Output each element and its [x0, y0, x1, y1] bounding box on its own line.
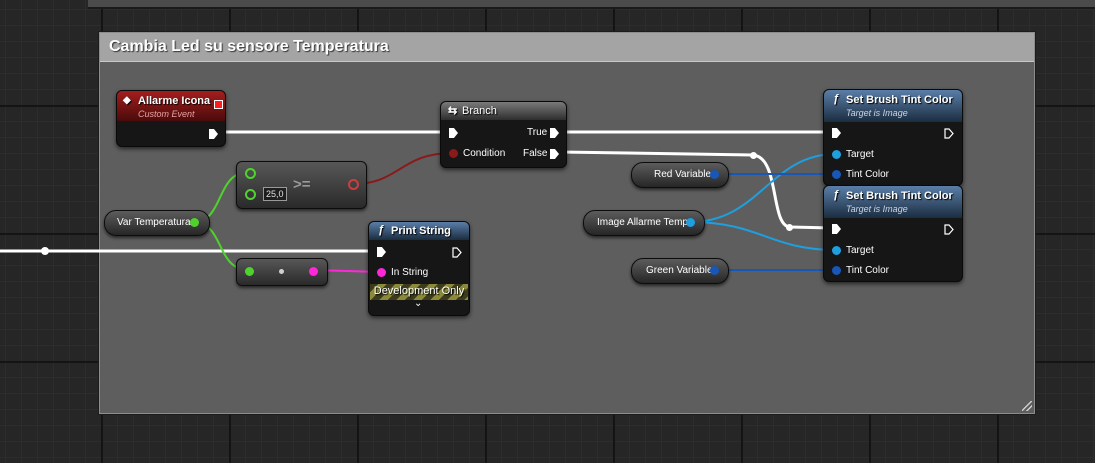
print-in-string-pin[interactable]	[377, 268, 386, 277]
set-tint-2-subtitle: Target is Image	[846, 204, 908, 214]
exec-reroute-dot-2[interactable]	[786, 224, 793, 231]
exec-reroute-dot-1[interactable]	[750, 152, 757, 159]
branch-title: Branch	[462, 105, 497, 117]
branch-true-label: True	[527, 127, 548, 138]
to-string-node[interactable]	[236, 258, 328, 286]
to-string-input-pin[interactable]	[245, 267, 254, 276]
function-icon: ƒ	[833, 189, 840, 201]
compare-operator: >=	[293, 176, 311, 193]
bool-wire-compare-to-condition	[352, 152, 454, 185]
event-title: Allarme Icona	[138, 95, 211, 107]
green-variable-label: Green Variable	[646, 265, 713, 276]
compare-input-a-pin[interactable]	[245, 168, 256, 179]
set-tint-1-exec-out-pin[interactable]	[944, 128, 954, 139]
red-variable-node[interactable]: Red Variable	[631, 162, 729, 188]
set-brush-tint-color-node-1[interactable]: ƒ Set Brush Tint Color Target is Image T…	[823, 89, 963, 186]
set-tint-2-tint-pin[interactable]	[832, 266, 841, 275]
branch-node[interactable]: ⇆ Branch True Condition False	[440, 101, 567, 168]
red-variable-label: Red Variable	[654, 169, 712, 180]
compare-input-b-pin[interactable]	[245, 189, 256, 200]
image-allarme-temp-label: Image Allarme Temp	[597, 217, 688, 228]
compare-output-pin[interactable]	[348, 179, 359, 190]
compare-node[interactable]: 25,0 >=	[236, 161, 367, 209]
print-title: Print String	[391, 225, 451, 237]
branch-true-pin[interactable]	[550, 128, 559, 138]
exec-reroute-node[interactable]	[41, 247, 49, 255]
branch-condition-pin[interactable]	[449, 149, 458, 158]
set-tint-2-tint-label: Tint Color	[846, 265, 889, 276]
image-allarme-temp-pin[interactable]	[686, 218, 695, 227]
to-string-output-pin[interactable]	[309, 267, 318, 276]
set-tint-1-tint-label: Tint Color	[846, 169, 889, 180]
function-icon: ƒ	[378, 224, 385, 236]
print-exec-in-pin[interactable]	[377, 247, 386, 257]
to-string-separator-dot	[279, 269, 284, 274]
function-icon: ƒ	[833, 93, 840, 105]
set-tint-2-target-pin[interactable]	[832, 246, 841, 255]
var-temperatura-node[interactable]: Var Temperatura	[104, 210, 210, 236]
set-tint-1-title: Set Brush Tint Color	[846, 94, 953, 106]
event-exec-out-pin[interactable]	[209, 129, 218, 139]
green-variable-pin[interactable]	[710, 266, 719, 275]
set-tint-1-target-label: Target	[846, 149, 874, 160]
branch-icon: ⇆	[448, 105, 458, 117]
chevron-down-icon[interactable]: ⌄	[414, 298, 422, 309]
custom-event-node[interactable]: ◆ Allarme Icona Custom Event	[116, 90, 226, 147]
set-tint-2-target-label: Target	[846, 245, 874, 256]
branch-false-pin[interactable]	[550, 149, 559, 159]
set-tint-2-exec-out-pin[interactable]	[944, 224, 954, 235]
compare-value-input[interactable]: 25,0	[263, 187, 287, 201]
red-variable-pin[interactable]	[710, 170, 719, 179]
event-delegate-pin[interactable]	[214, 100, 223, 109]
print-exec-out-pin[interactable]	[452, 247, 462, 258]
branch-false-label: False	[523, 148, 548, 159]
image-allarme-temp-node[interactable]: Image Allarme Temp	[583, 210, 705, 236]
green-variable-node[interactable]: Green Variable	[631, 258, 729, 284]
development-only-label: Development Only	[373, 285, 465, 297]
set-brush-tint-color-node-2[interactable]: ƒ Set Brush Tint Color Target is Image T…	[823, 185, 963, 282]
set-tint-2-exec-in-pin[interactable]	[832, 224, 841, 234]
set-tint-2-title: Set Brush Tint Color	[846, 190, 953, 202]
branch-node-header	[441, 102, 566, 120]
var-temperatura-label: Var Temperatura	[117, 217, 191, 228]
var-temperatura-pin[interactable]	[190, 218, 199, 227]
print-in-string-label: In String	[391, 267, 429, 278]
branch-exec-in-pin[interactable]	[449, 128, 458, 138]
event-subtitle: Custom Event	[138, 109, 195, 119]
set-tint-1-target-pin[interactable]	[832, 150, 841, 159]
branch-condition-label: Condition	[463, 148, 506, 159]
print-string-node[interactable]: ƒ Print String In String Development Onl…	[368, 221, 470, 316]
set-tint-1-exec-in-pin[interactable]	[832, 128, 841, 138]
set-tint-1-tint-pin[interactable]	[832, 170, 841, 179]
set-tint-1-subtitle: Target is Image	[846, 108, 908, 118]
event-icon: ◆	[123, 95, 131, 106]
